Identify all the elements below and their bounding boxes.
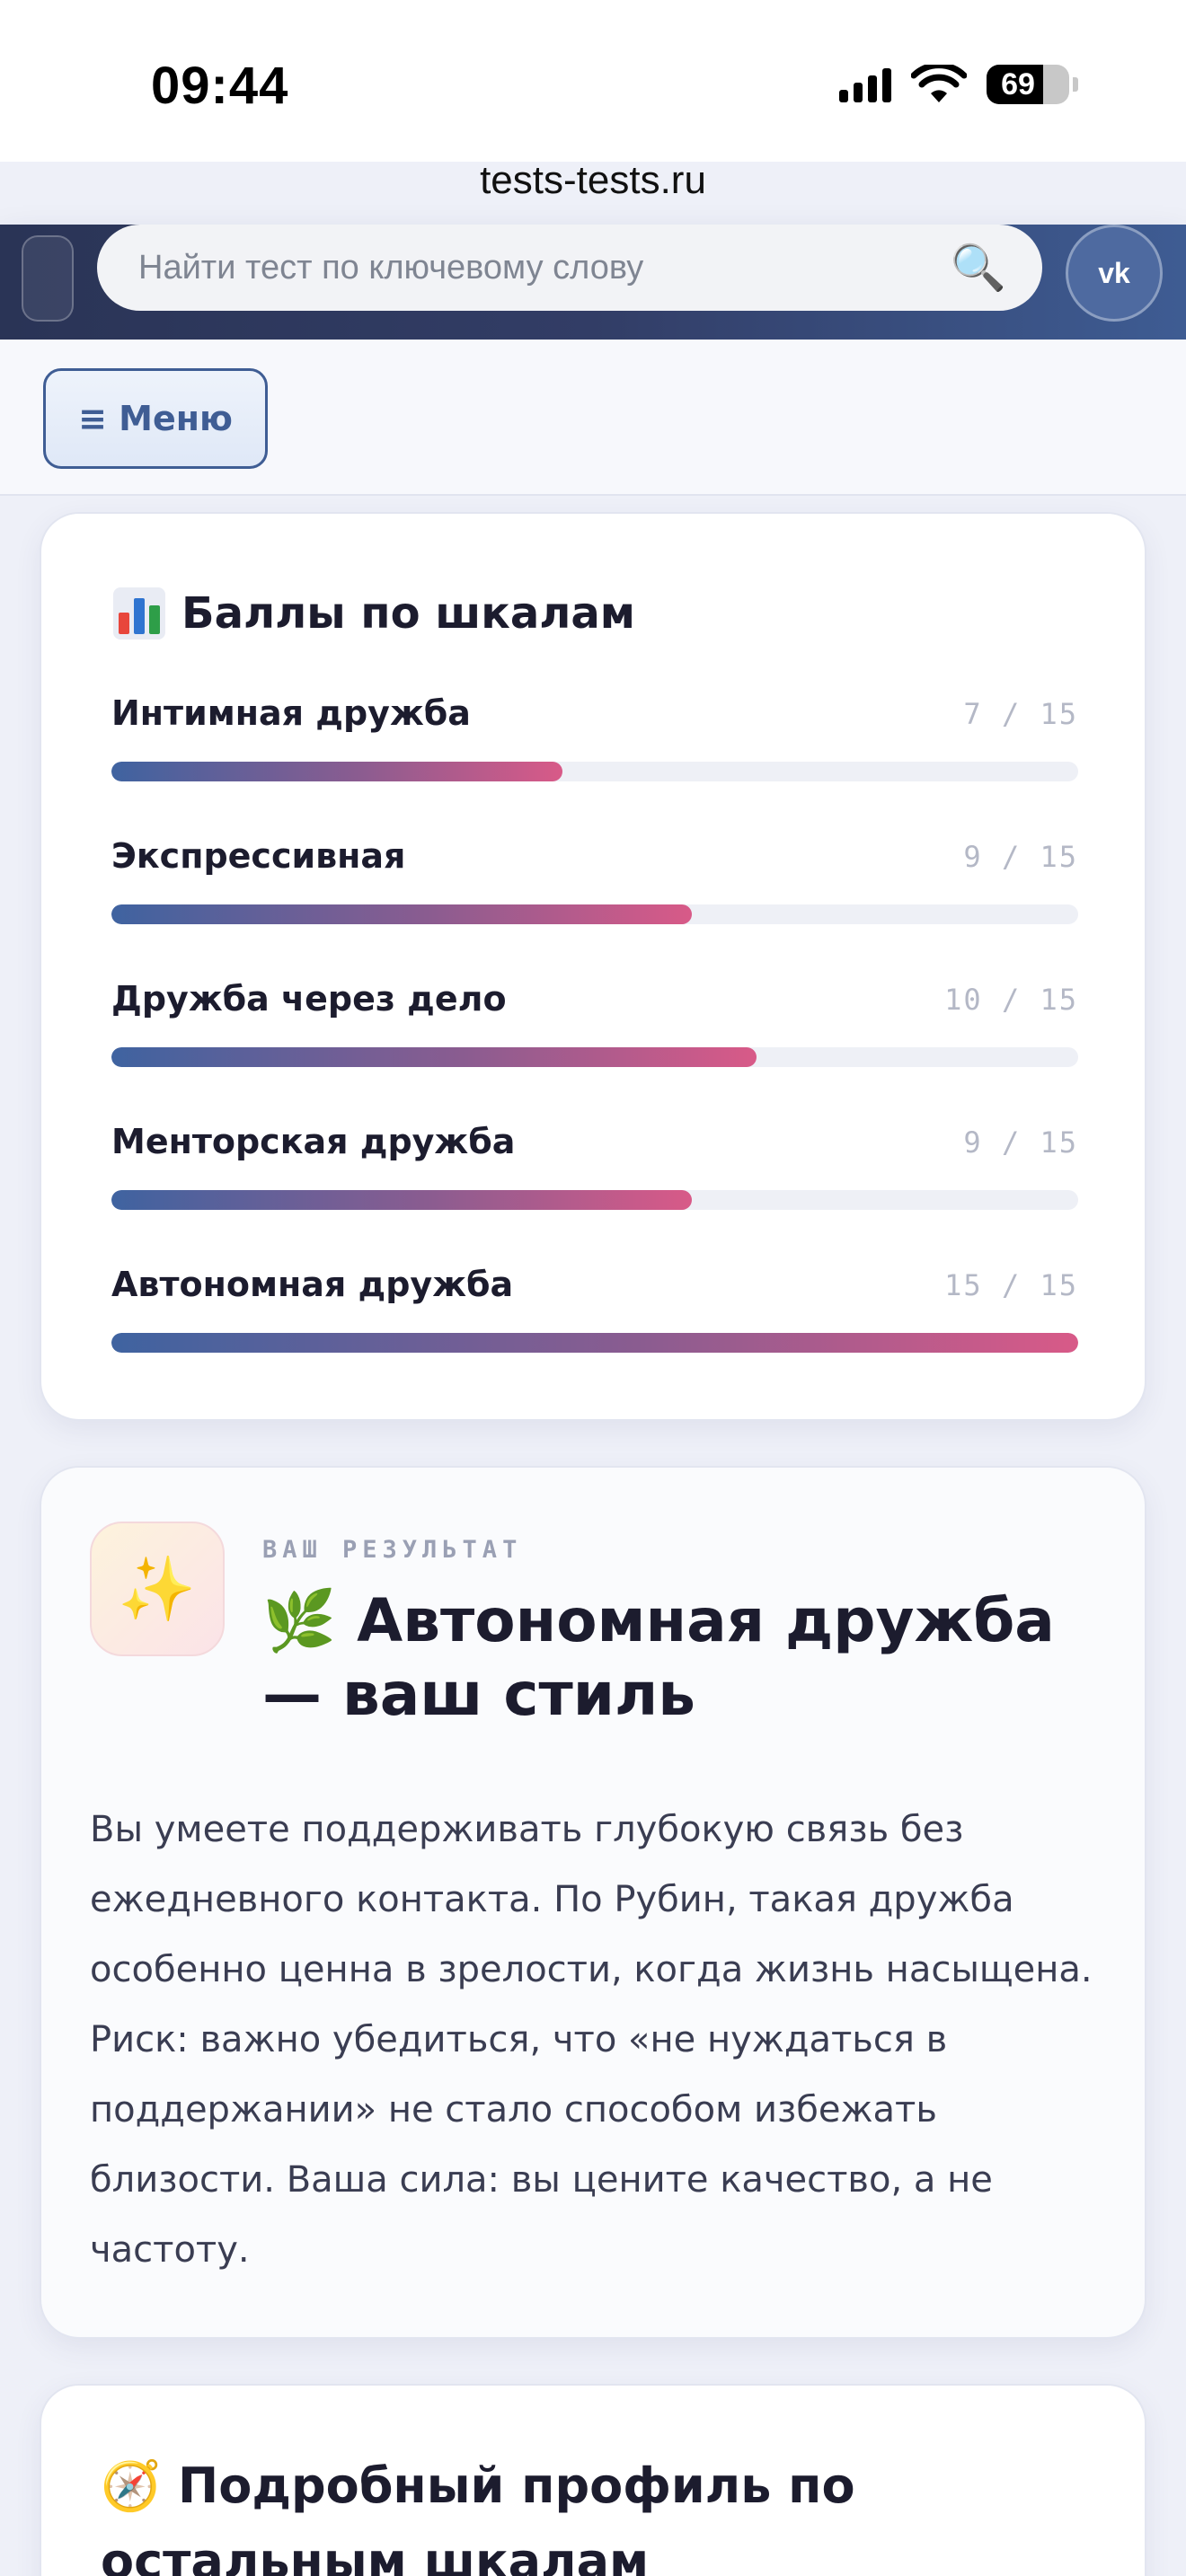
score-fill bbox=[111, 904, 692, 924]
score-label: Дружба через дело bbox=[111, 979, 507, 1019]
score-label: Интимная дружба bbox=[111, 693, 471, 733]
score-track bbox=[111, 1190, 1078, 1210]
magnifier-icon[interactable]: 🔍 bbox=[951, 245, 1006, 290]
score-row: Автономная дружба 15 / 15 bbox=[111, 1265, 1078, 1363]
status-time: 09:44 bbox=[151, 57, 289, 115]
cellular-signal-icon bbox=[839, 66, 891, 102]
score-fill bbox=[111, 1047, 757, 1067]
url-label[interactable]: tests-tests.ru bbox=[0, 158, 1186, 203]
score-track bbox=[111, 762, 1078, 781]
score-label: Экспрессивная bbox=[111, 836, 406, 876]
score-label: Менторская дружба bbox=[111, 1122, 516, 1161]
score-value: 9 / 15 bbox=[963, 1125, 1078, 1160]
score-fill bbox=[111, 1190, 692, 1210]
sparkles-icon: ✨ bbox=[90, 1522, 225, 1656]
profile-title: 🧭 Подробный профиль по остальным шкалам bbox=[101, 2457, 855, 2576]
score-row: Дружба через дело 10 / 15 bbox=[111, 979, 1078, 1078]
score-row: Менторская дружба 9 / 15 bbox=[111, 1122, 1078, 1221]
battery-tip bbox=[1073, 77, 1078, 92]
site-header: 🔍 vk bbox=[0, 225, 1186, 340]
battery-level: 69 bbox=[1001, 67, 1035, 101]
vk-button[interactable]: vk bbox=[1066, 225, 1163, 322]
score-track bbox=[111, 904, 1078, 924]
status-icons: 69 bbox=[839, 65, 1078, 104]
vk-icon: vk bbox=[1098, 256, 1130, 289]
wifi-icon bbox=[911, 65, 967, 102]
menu-area: ≡ Меню bbox=[0, 340, 1186, 496]
result-kicker: ВАШ РЕЗУЛЬТАТ bbox=[262, 1536, 523, 1564]
menu-button-label: ≡ Меню bbox=[78, 399, 233, 438]
scores-card: Баллы по шкалам Интимная дружба 7 / 15 Э… bbox=[40, 512, 1146, 1421]
menu-button[interactable]: ≡ Меню bbox=[43, 368, 268, 469]
search-input[interactable] bbox=[138, 248, 951, 287]
search-bar[interactable]: 🔍 bbox=[97, 225, 1042, 311]
score-value: 15 / 15 bbox=[944, 1268, 1078, 1302]
result-description: Вы умеете поддерживать глубокую связь бе… bbox=[90, 1809, 1093, 2271]
score-track bbox=[111, 1047, 1078, 1067]
score-fill bbox=[111, 762, 563, 781]
score-value: 7 / 15 bbox=[963, 697, 1078, 731]
header-side-button[interactable] bbox=[22, 235, 74, 322]
score-value: 9 / 15 bbox=[963, 840, 1078, 874]
result-title: 🌿 Автономная дружба — ваш стиль bbox=[262, 1586, 1055, 1729]
score-fill bbox=[111, 1333, 1078, 1353]
profile-card: 🧭 Подробный профиль по остальным шкалам bbox=[40, 2384, 1146, 2576]
bar-chart-icon bbox=[113, 587, 165, 640]
score-label: Автономная дружба bbox=[111, 1265, 514, 1304]
score-value: 10 / 15 bbox=[944, 983, 1078, 1017]
score-row: Экспрессивная 9 / 15 bbox=[111, 836, 1078, 935]
score-track bbox=[111, 1333, 1078, 1353]
battery-icon: 69 bbox=[987, 65, 1069, 104]
status-bar: 09:44 69 tests-tests.ru bbox=[0, 0, 1186, 202]
scores-title-text: Баллы по шкалам bbox=[181, 588, 635, 639]
scores-title: Баллы по шкалам bbox=[113, 587, 635, 640]
result-card: ✨ ВАШ РЕЗУЛЬТАТ 🌿 Автономная дружба — ва… bbox=[40, 1466, 1146, 2339]
score-row: Интимная дружба 7 / 15 bbox=[111, 693, 1078, 792]
